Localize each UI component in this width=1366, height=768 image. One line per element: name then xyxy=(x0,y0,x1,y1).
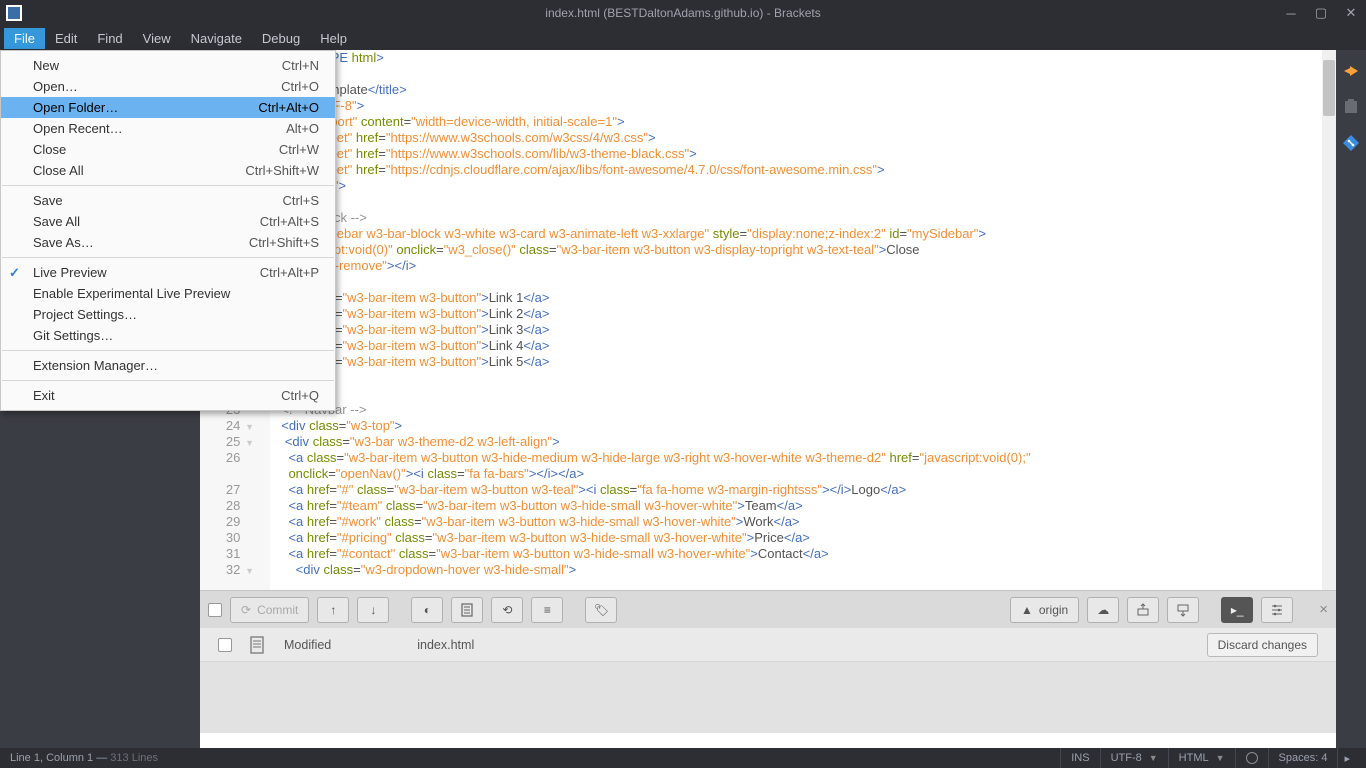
menu-find[interactable]: Find xyxy=(87,28,132,49)
menu-separator xyxy=(2,380,334,381)
menu-item-extension-manager[interactable]: Extension Manager… xyxy=(1,355,335,376)
menu-item-git-settings[interactable]: Git Settings… xyxy=(1,325,335,346)
app-logo-icon xyxy=(6,5,22,21)
menu-item-live-preview[interactable]: ✓Live PreviewCtrl+Alt+P xyxy=(1,262,335,283)
git-settings-button[interactable] xyxy=(1261,597,1293,623)
menu-item-open-recent[interactable]: Open Recent…Alt+O xyxy=(1,118,335,139)
git-file-history-button[interactable] xyxy=(451,597,483,623)
file-icon xyxy=(250,636,266,654)
git-fetch-button[interactable]: ☁ xyxy=(1087,597,1119,623)
commit-button[interactable]: ⟳ Commit xyxy=(230,597,309,623)
menu-item-open[interactable]: Open…Ctrl+O xyxy=(1,76,335,97)
menu-file[interactable]: File xyxy=(4,28,45,49)
file-menu-dropdown: NewCtrl+NOpen…Ctrl+OOpen Folder…Ctrl+Alt… xyxy=(0,50,336,411)
code-editor[interactable]: <!DOCTYPE html>3.CSS Template</title>ars… xyxy=(270,50,1336,590)
menu-help[interactable]: Help xyxy=(310,28,357,49)
status-bar: Line 1, Column 1 — 313 Lines INS UTF-8▼ … xyxy=(0,748,1366,768)
discard-changes-button[interactable]: Discard changes xyxy=(1207,633,1318,657)
menu-item-enable-experimental-live-preview[interactable]: Enable Experimental Live Preview xyxy=(1,283,335,304)
menu-item-save[interactable]: SaveCtrl+S xyxy=(1,190,335,211)
live-preview-icon[interactable] xyxy=(1342,62,1360,80)
menu-separator xyxy=(2,185,334,186)
menu-separator xyxy=(2,350,334,351)
git-tag-button[interactable]: 🏷 xyxy=(585,597,617,623)
language-select[interactable]: HTML▼ xyxy=(1168,748,1235,768)
extension-manager-icon[interactable] xyxy=(1342,98,1360,116)
menu-item-new[interactable]: NewCtrl+N xyxy=(1,55,335,76)
menu-item-close-all[interactable]: Close AllCtrl+Shift+W xyxy=(1,160,335,181)
git-terminal-button[interactable]: ▸_ xyxy=(1221,597,1253,623)
git-list-button[interactable]: ≡ xyxy=(531,597,563,623)
menu-item-save-all[interactable]: Save AllCtrl+Alt+S xyxy=(1,211,335,232)
editor-column: 1 ▼2 ▼3 ▼4 5 6 7 8 9 ▼10 11 12 ▼13 14 15… xyxy=(200,50,1336,748)
menu-item-save-as[interactable]: Save As…Ctrl+Shift+S xyxy=(1,232,335,253)
cursor-position[interactable]: Line 1, Column 1 — 313 Lines xyxy=(10,752,158,764)
close-button[interactable]: ✕ xyxy=(1336,0,1366,26)
git-push-up-button[interactable]: ↑ xyxy=(317,597,349,623)
git-pull-down-button[interactable]: ↓ xyxy=(357,597,389,623)
git-refresh-button[interactable]: ⟲ xyxy=(491,597,523,623)
menu-item-project-settings[interactable]: Project Settings… xyxy=(1,304,335,325)
git-file-status: Modified xyxy=(284,638,331,652)
menu-debug[interactable]: Debug xyxy=(252,28,310,49)
git-icon[interactable] xyxy=(1342,134,1360,152)
git-close-icon[interactable]: × xyxy=(1319,601,1328,618)
insert-mode[interactable]: INS xyxy=(1060,748,1099,768)
encoding-select[interactable]: UTF-8▼ xyxy=(1100,748,1168,768)
git-lower-panel xyxy=(200,662,1336,733)
maximize-button[interactable]: ▢ xyxy=(1306,0,1336,26)
scrollbar-thumb[interactable] xyxy=(1323,60,1335,116)
menu-item-close[interactable]: CloseCtrl+W xyxy=(1,139,335,160)
title-bar: index.html (BESTDaltonAdams.github.io) -… xyxy=(0,0,1366,26)
git-toolbar: ⟳ Commit ↑ ↓ ◐ ⟲ ≡ 🏷 ▲ origin ☁ ▸_ × xyxy=(200,590,1336,628)
git-file-name: index.html xyxy=(417,638,474,652)
git-branch-button[interactable]: ▲ origin xyxy=(1010,597,1079,623)
minimize-button[interactable]: ─ xyxy=(1276,0,1306,26)
linting-status-icon[interactable] xyxy=(1235,748,1268,768)
scrollbar-track[interactable] xyxy=(1322,50,1336,590)
git-file-row[interactable]: Modified index.html Discard changes xyxy=(200,628,1336,662)
git-stage-all-checkbox[interactable] xyxy=(208,603,222,617)
menu-edit[interactable]: Edit xyxy=(45,28,87,49)
indent-setting[interactable]: Spaces: 4 xyxy=(1268,748,1338,768)
git-remote-pull-button[interactable] xyxy=(1167,597,1199,623)
git-file-checkbox[interactable] xyxy=(218,638,232,652)
menu-separator xyxy=(2,257,334,258)
git-history-button[interactable]: ◐ xyxy=(411,597,443,623)
status-caret-icon[interactable]: ▸ xyxy=(1337,748,1356,768)
menu-navigate[interactable]: Navigate xyxy=(181,28,252,49)
menu-bar: FileEditFindViewNavigateDebugHelp xyxy=(0,26,1366,50)
menu-item-open-folder[interactable]: Open Folder…Ctrl+Alt+O xyxy=(1,97,335,118)
menu-item-exit[interactable]: ExitCtrl+Q xyxy=(1,385,335,406)
right-toolbar xyxy=(1336,50,1366,748)
menu-view[interactable]: View xyxy=(133,28,181,49)
git-remote-push-button[interactable] xyxy=(1127,597,1159,623)
window-title: index.html (BESTDaltonAdams.github.io) -… xyxy=(545,6,820,20)
